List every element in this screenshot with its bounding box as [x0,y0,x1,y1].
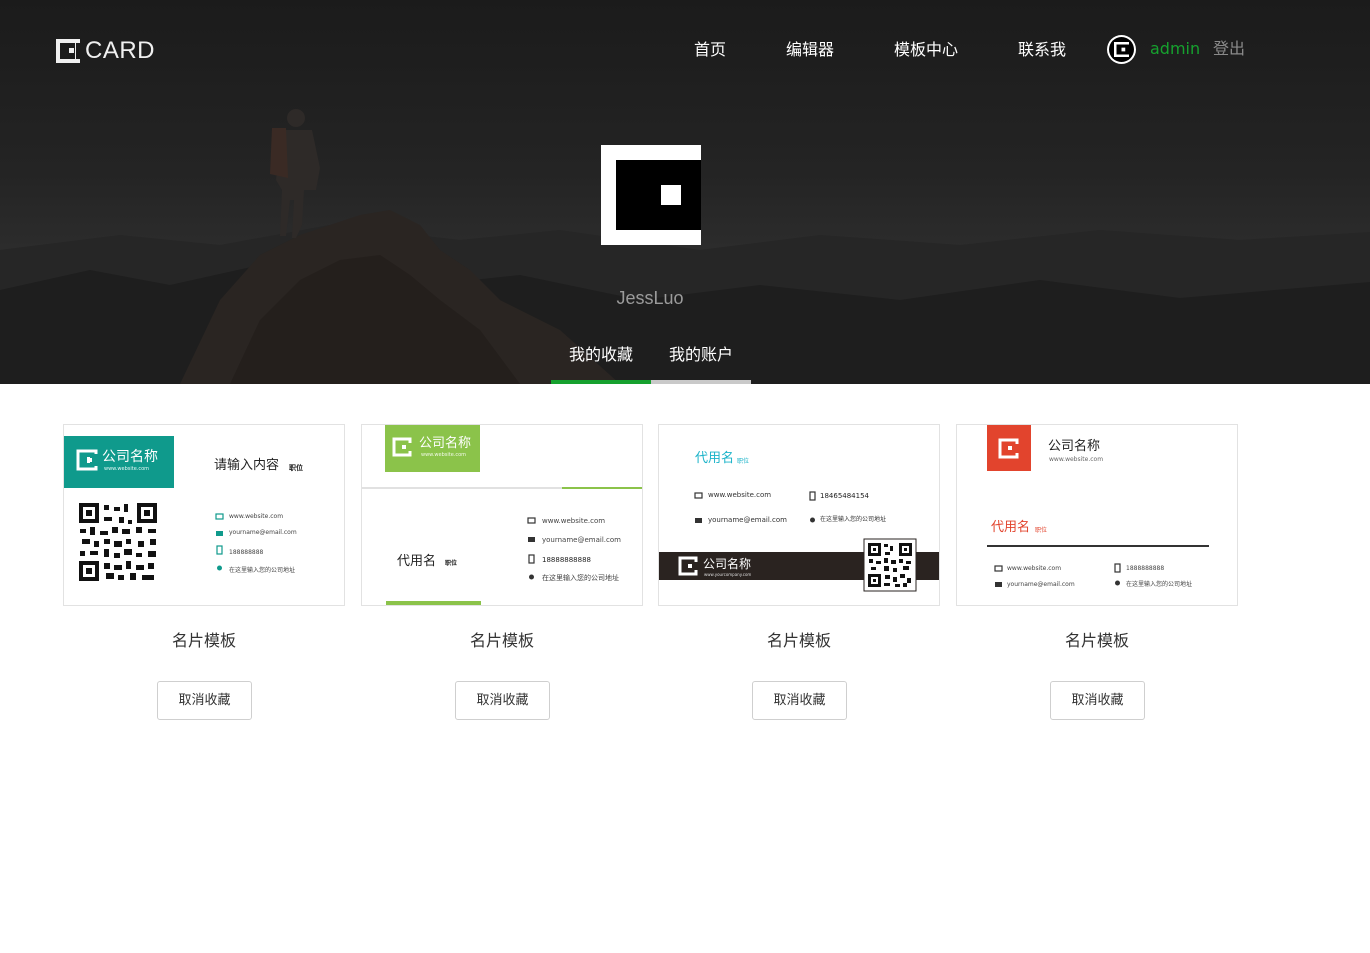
card-website: www.website.com [1007,565,1062,572]
card-role: 职位 [445,560,458,567]
tab-my-favorites[interactable]: 我的收藏 [551,338,651,384]
card-role: 职位 [289,464,303,472]
card-preview[interactable]: 公司名称 www.website.com 代用名 职位 www.website.… [361,424,643,606]
card-website: www.website.com [229,513,284,520]
card-company-url: www.yourcompany.com [704,572,752,577]
card-title: 名片模板 [171,631,236,650]
card-email: yourname@email.com [542,536,621,544]
nav-item-home[interactable]: 首页 [694,38,726,62]
card-preview[interactable]: 公司名称 www.website.com 代用名 职位 www.website.… [956,424,1238,606]
card-email: yourname@email.com [229,529,297,536]
card-website: www.website.com [542,517,606,525]
card-title: 名片模板 [469,631,534,650]
nav-item-contact[interactable]: 联系我 [1018,38,1066,62]
card-company-name: 公司名称 [419,436,472,451]
card-role: 职位 [737,458,750,465]
logout-link[interactable]: 登出 [1213,37,1245,61]
card-phone: 188888888 [229,549,264,556]
user-avatar[interactable] [1107,35,1136,64]
tab-inactive-indicator [651,380,751,384]
card-logo-icon [56,39,80,63]
card-phone: 18465484154 [820,492,869,500]
card-preview[interactable]: 代用名 职位 www.website.com 18465484154 yourn… [658,424,940,606]
nav-item-editor[interactable]: 编辑器 [786,38,834,62]
card-address: 在这里输入您的公司地址 [1126,581,1193,588]
card-preview[interactable]: 公司名称 www.website.com 请输入内容 职位 www.websit… [63,424,345,606]
card-logo-icon [1114,42,1129,57]
qr-code-icon [79,503,157,581]
tab-my-account[interactable]: 我的账户 [651,338,751,384]
card-email: yourname@email.com [1007,581,1075,588]
profile-avatar-logo [601,145,701,245]
nav-item-template-center[interactable]: 模板中心 [894,38,958,62]
card-phone: 18888888888 [542,556,591,564]
card-headline: 请输入内容 [214,458,280,473]
card-address: 在这里输入您的公司地址 [229,567,296,574]
card-company-url: www.website.com [1049,456,1104,463]
unfavorite-button[interactable]: 取消收藏 [157,681,252,720]
card-company-url: www.website.com [104,466,150,472]
qr-code-icon [863,538,917,592]
card-title: 名片模板 [1064,631,1129,650]
card-company-name: 公司名称 [102,449,158,465]
unfavorite-button[interactable]: 取消收藏 [1050,681,1145,720]
card-name: 代用名 [397,554,437,569]
profile-tabs: 我的收藏 我的账户 [551,338,751,384]
card-company-url: www.website.com [421,452,467,458]
card-website: www.website.com [708,491,772,499]
card-title: 名片模板 [766,631,831,650]
card-company-name: 公司名称 [703,557,752,571]
card-role: 职位 [1035,527,1048,534]
user-name-link[interactable]: admin [1150,37,1200,61]
card-company-name: 公司名称 [1048,439,1101,454]
card-address: 在这里输入您的公司地址 [542,574,619,582]
unfavorite-button[interactable]: 取消收藏 [455,681,550,720]
card-email: yourname@email.com [708,516,787,524]
logo-text: CARD [85,37,156,64]
tab-active-indicator [551,380,651,384]
card-address: 在这里输入您的公司地址 [820,516,887,523]
card-phone: 1888888888 [1126,565,1165,572]
card-name: 代用名 [991,520,1031,535]
hero-banner: CARD 首页 编辑器 模板中心 联系我 admin 登出 JessLuo 我的… [0,0,1370,384]
unfavorite-button[interactable]: 取消收藏 [752,681,847,720]
card-name: 代用名 [695,451,735,466]
site-logo[interactable]: CARD [56,38,155,64]
tab-label: 我的账户 [668,345,733,364]
profile-username: JessLuo [616,288,684,308]
tab-label: 我的收藏 [568,345,633,364]
